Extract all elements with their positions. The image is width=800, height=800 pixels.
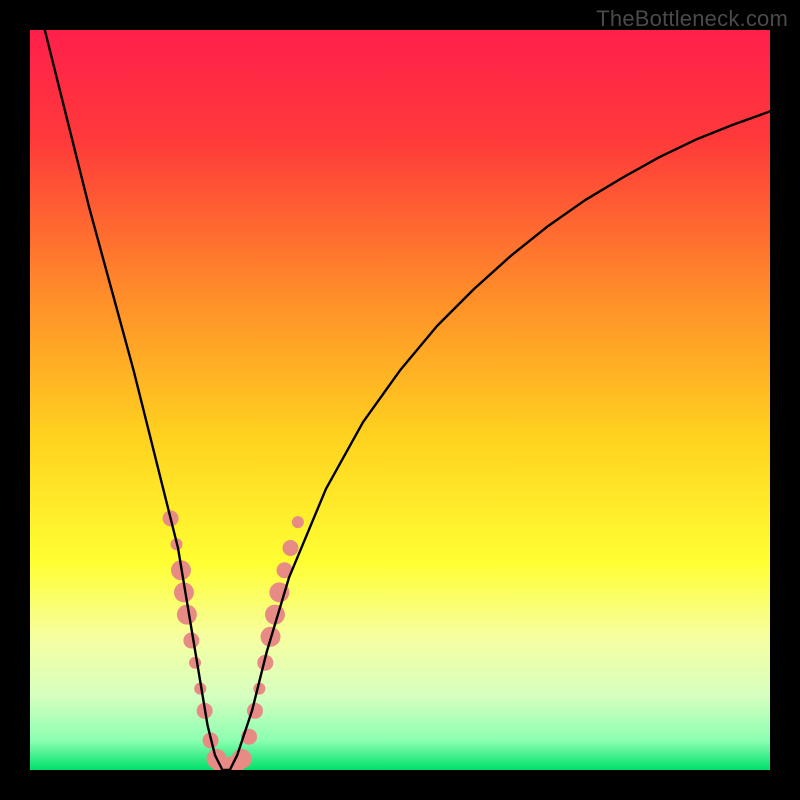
marker-dot [282,540,298,556]
watermark-text: TheBottleneck.com [596,6,788,32]
marker-dot [189,657,201,669]
chart-frame: TheBottleneck.com [0,0,800,800]
plot-area [30,30,770,770]
marker-dot [292,516,304,528]
bottleneck-chart [30,30,770,770]
